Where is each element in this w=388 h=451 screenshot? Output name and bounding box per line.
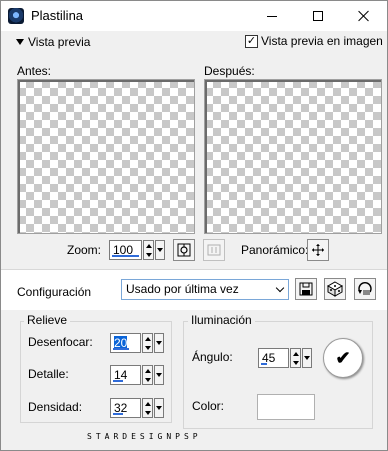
- reset-icon: [358, 282, 372, 295]
- arrow-down-icon: [304, 356, 310, 360]
- preset-value: Usado por última vez: [126, 282, 239, 296]
- angle-dropdown[interactable]: [302, 348, 312, 368]
- arrow-down-icon: [156, 341, 162, 345]
- collapse-triangle-icon: [16, 39, 24, 45]
- config-label: Configuración: [17, 285, 92, 299]
- arrow-down-icon: [292, 360, 299, 365]
- spin-up[interactable]: [143, 366, 152, 375]
- zoom-spinner[interactable]: [143, 240, 154, 260]
- detail-spinner[interactable]: [142, 365, 153, 385]
- image-preview-checkbox[interactable]: ✓: [245, 34, 258, 48]
- dice-icon: [327, 281, 343, 297]
- zoom-fit-button[interactable]: [173, 239, 195, 261]
- save-preset-button[interactable]: [295, 278, 317, 300]
- after-preview[interactable]: [204, 79, 382, 234]
- arrow-down-icon: [156, 406, 162, 410]
- save-icon: [299, 282, 313, 296]
- density-underline: [113, 413, 123, 415]
- density-dropdown[interactable]: [154, 398, 164, 418]
- spin-up[interactable]: [291, 349, 300, 358]
- arrow-down-icon: [144, 345, 151, 350]
- angle-input[interactable]: 45: [258, 348, 289, 368]
- watermark: STARDESIGNPSP: [87, 432, 202, 441]
- arrow-up-icon: [144, 401, 151, 406]
- spin-up[interactable]: [143, 399, 152, 408]
- blur-label: Desenfocar:: [28, 335, 93, 349]
- after-label: Después:: [204, 64, 255, 78]
- color-swatch[interactable]: [257, 394, 315, 420]
- app-icon: [8, 8, 24, 24]
- zoom-fit-icon: [177, 243, 191, 257]
- angle-label: Ángulo:: [192, 350, 233, 364]
- angle-underline: [261, 363, 267, 365]
- close-icon: [358, 10, 370, 22]
- checkmark-icon: ✓: [246, 34, 257, 47]
- arrow-up-icon: [144, 336, 151, 341]
- angle-dial[interactable]: ✔: [323, 338, 363, 378]
- detail-dropdown[interactable]: [154, 365, 164, 385]
- minimize-button[interactable]: [249, 1, 295, 31]
- preview-toggle-label: Vista previa: [28, 35, 91, 49]
- spin-down[interactable]: [291, 358, 300, 367]
- spin-down[interactable]: [144, 250, 153, 259]
- angle-dial-indicator-icon: ✔: [335, 347, 351, 368]
- detail-underline: [113, 380, 123, 382]
- arrow-down-icon: [157, 248, 163, 252]
- blur-spinner[interactable]: [142, 333, 153, 353]
- lighting-title: Iluminación: [188, 313, 255, 327]
- blur-input[interactable]: 20: [110, 333, 141, 353]
- actual-size-icon: [207, 244, 221, 256]
- chevron-down-icon: [275, 283, 285, 293]
- arrow-up-icon: [292, 351, 299, 356]
- preview-toggle[interactable]: Vista previa: [16, 35, 90, 49]
- window-title: Plastilina: [31, 8, 84, 23]
- pan-label: Panorámico:: [241, 243, 309, 257]
- arrow-up-icon: [145, 243, 152, 248]
- blur-dropdown[interactable]: [154, 333, 164, 353]
- plastilina-dialog: Plastilina Vista previa ✓ Vista previa e…: [0, 0, 388, 451]
- angle-spinner[interactable]: [290, 348, 301, 368]
- relieve-title: Relieve: [24, 313, 71, 327]
- zoom-dropdown[interactable]: [155, 240, 165, 260]
- reset-button[interactable]: [354, 278, 376, 300]
- spin-down[interactable]: [143, 375, 152, 384]
- spin-down[interactable]: [143, 408, 152, 417]
- spin-up[interactable]: [143, 334, 152, 343]
- maximize-button[interactable]: [295, 1, 341, 31]
- detail-label: Detalle:: [28, 367, 69, 381]
- image-preview-option[interactable]: ✓ Vista previa en imagen: [245, 34, 383, 48]
- before-preview[interactable]: [17, 79, 195, 234]
- density-spinner[interactable]: [142, 398, 153, 418]
- pan-button[interactable]: [307, 239, 329, 261]
- preset-select[interactable]: Usado por última vez: [121, 279, 289, 300]
- maximize-icon: [313, 11, 323, 21]
- color-label: Color:: [192, 399, 225, 413]
- zoom-input[interactable]: 100: [109, 240, 142, 260]
- arrow-down-icon: [145, 252, 152, 257]
- randomize-button[interactable]: [324, 278, 346, 300]
- zoom-underline: [112, 255, 139, 257]
- density-label: Densidad:: [28, 400, 83, 414]
- density-input[interactable]: 32: [110, 398, 141, 418]
- arrow-down-icon: [144, 377, 151, 382]
- close-button[interactable]: [341, 1, 387, 31]
- minimize-icon: [267, 15, 277, 17]
- preset-dropdown-arrow[interactable]: [272, 280, 288, 299]
- arrow-down-icon: [144, 410, 151, 415]
- before-label: Antes:: [17, 64, 52, 78]
- zoom-label: Zoom:: [67, 243, 102, 257]
- move-icon: [312, 244, 324, 256]
- detail-input[interactable]: 14: [110, 365, 141, 385]
- arrow-up-icon: [144, 368, 151, 373]
- title-bar: Plastilina: [1, 1, 387, 31]
- image-preview-label: Vista previa en imagen: [261, 34, 383, 48]
- spin-down[interactable]: [143, 343, 152, 352]
- arrow-down-icon: [156, 373, 162, 377]
- blur-underline: [113, 348, 129, 350]
- spin-up[interactable]: [144, 241, 153, 250]
- zoom-actual-size-button[interactable]: [203, 239, 225, 261]
